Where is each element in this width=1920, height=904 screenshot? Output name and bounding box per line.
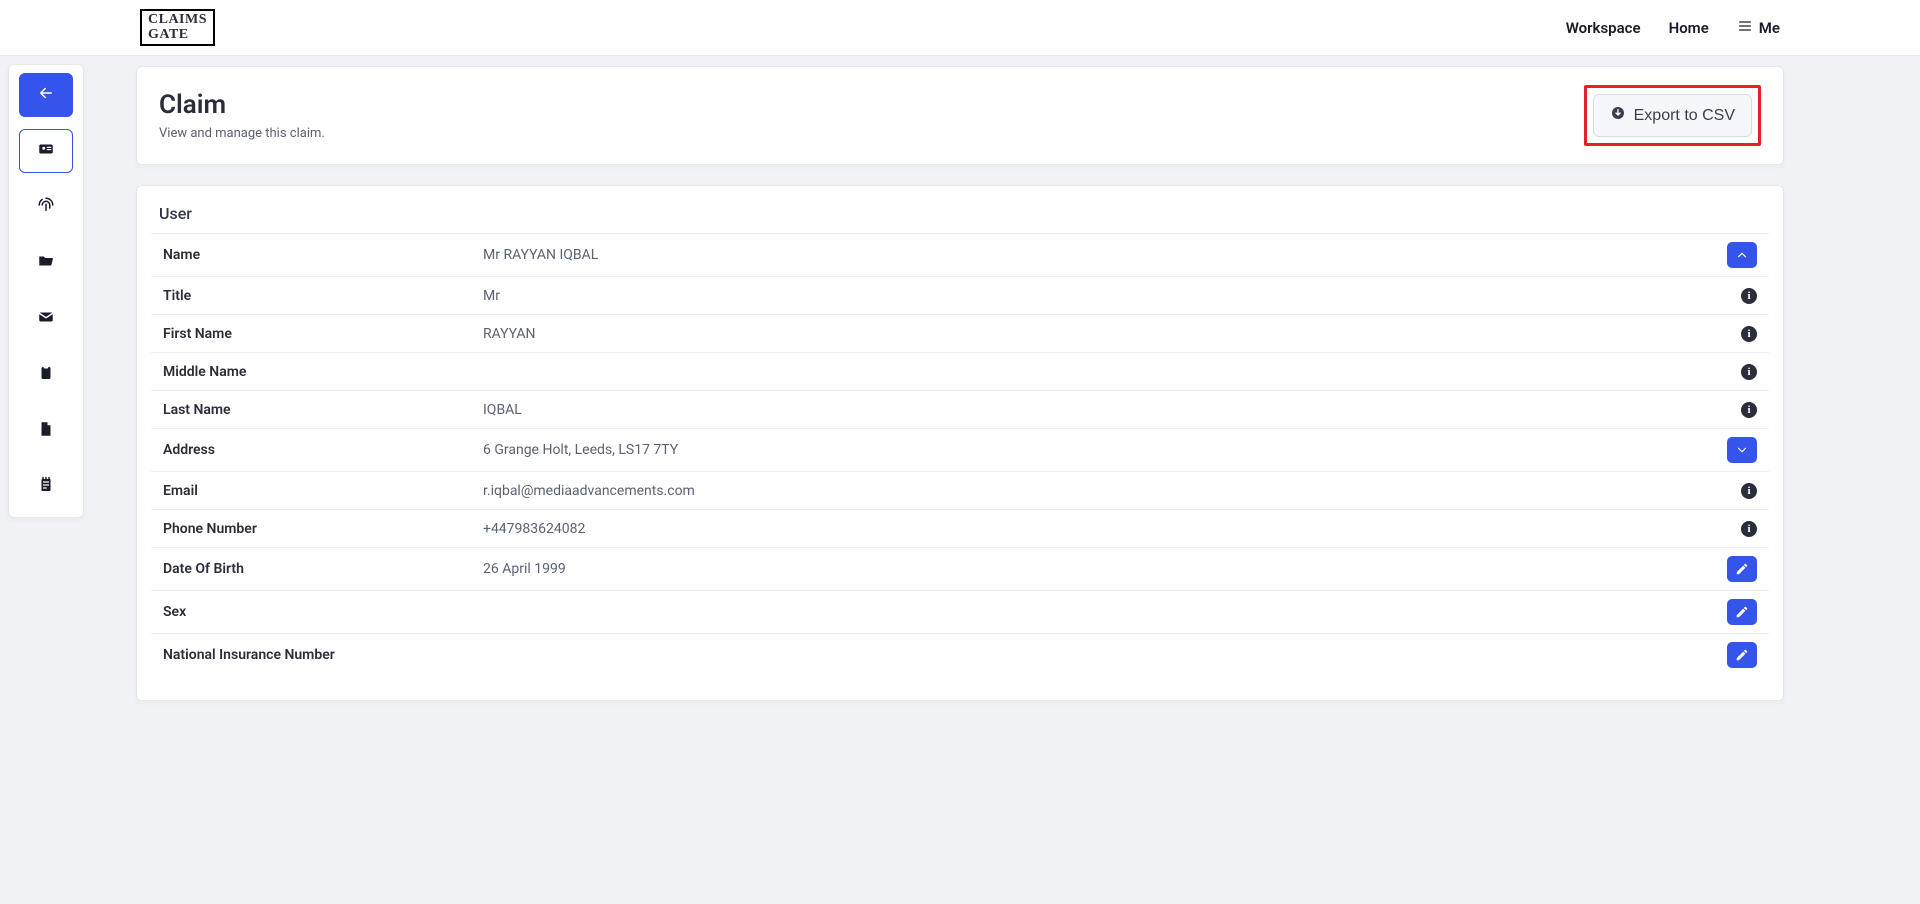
sidebar-notes[interactable] [19,465,73,509]
user-table: NameMr RAYYAN IQBALTitleMriFirst NameRAY… [151,233,1769,676]
folder-open-icon [37,252,55,274]
expand-button[interactable] [1727,437,1757,463]
field-label: First Name [151,315,471,353]
field-label: Name [151,234,471,277]
user-section-title: User [151,204,1769,233]
mail-icon [37,308,55,330]
table-row: Last NameIQBAL i [151,391,1769,429]
field-value [471,634,1715,677]
top-nav: CLAIMS GATE Workspace Home Me [0,0,1920,56]
field-value: 26 April 1999 [471,548,1715,591]
edit-button[interactable] [1727,642,1757,668]
claim-header-card: Claim View and manage this claim. Export… [136,66,1784,165]
id-card-icon [37,140,55,162]
brand-logo: CLAIMS GATE [140,9,215,46]
brand-line2: GATE [148,28,207,43]
user-section-card: User NameMr RAYYAN IQBALTitleMriFirst Na… [136,185,1784,701]
field-value: 6 Grange Holt, Leeds, LS17 7TY [471,429,1715,472]
edit-button[interactable] [1727,599,1757,625]
field-value: Mr RAYYAN IQBAL [471,234,1715,277]
table-row: NameMr RAYYAN IQBAL [151,234,1769,277]
info-icon[interactable]: i [1741,326,1757,342]
sidebar-file[interactable] [19,409,73,453]
table-row: First NameRAYYAN i [151,315,1769,353]
info-icon[interactable]: i [1741,288,1757,304]
export-csv-label: Export to CSV [1634,107,1735,125]
nav-home[interactable]: Home [1669,19,1709,37]
table-row: Date Of Birth26 April 1999 [151,548,1769,591]
table-row: Sex [151,591,1769,634]
field-value: Mr [471,277,1715,315]
field-value: r.iqbal@mediaadvancements.com [471,472,1715,510]
field-label: Sex [151,591,471,634]
export-highlight-box: Export to CSV [1584,85,1761,146]
info-icon[interactable]: i [1741,521,1757,537]
nav-me-label: Me [1759,19,1780,37]
arrow-left-icon [37,84,55,106]
page-title: Claim [159,90,325,120]
field-value: RAYYAN [471,315,1715,353]
field-label: Address [151,429,471,472]
menu-icon [1737,18,1753,38]
notes-icon [37,476,55,498]
sidebar-id-card[interactable] [19,129,73,173]
sidebar-fingerprint[interactable] [19,185,73,229]
nav-me[interactable]: Me [1737,18,1780,38]
table-row: Emailr.iqbal@mediaadvancements.com i [151,472,1769,510]
field-label: Last Name [151,391,471,429]
nav-right: Workspace Home Me [1566,18,1780,38]
field-value [471,353,1715,391]
sidebar-clipboard[interactable] [19,353,73,397]
table-row: TitleMr i [151,277,1769,315]
table-row: Address6 Grange Holt, Leeds, LS17 7TY [151,429,1769,472]
field-label: National Insurance Number [151,634,471,677]
field-value [471,591,1715,634]
sidebar-mail[interactable] [19,297,73,341]
field-value: +447983624082 [471,510,1715,548]
clipboard-icon [37,364,55,386]
sidebar-back-button[interactable] [19,73,73,117]
claim-header-text: Claim View and manage this claim. [159,90,325,141]
brand-line1: CLAIMS [148,13,207,28]
info-icon[interactable]: i [1741,402,1757,418]
table-row: Phone Number+447983624082 i [151,510,1769,548]
page-subtitle: View and manage this claim. [159,126,325,141]
sidebar [8,64,84,518]
field-value: IQBAL [471,391,1715,429]
file-icon [37,420,55,442]
export-csv-button[interactable]: Export to CSV [1593,94,1752,137]
table-row: National Insurance Number [151,634,1769,677]
nav-workspace[interactable]: Workspace [1566,19,1641,37]
download-circle-icon [1610,105,1626,126]
field-label: Date Of Birth [151,548,471,591]
sidebar-folder[interactable] [19,241,73,285]
info-icon[interactable]: i [1741,483,1757,499]
field-label: Title [151,277,471,315]
main-content: Claim View and manage this claim. Export… [136,66,1784,701]
field-label: Phone Number [151,510,471,548]
field-label: Email [151,472,471,510]
collapse-button[interactable] [1727,242,1757,268]
table-row: Middle Name i [151,353,1769,391]
fingerprint-icon [37,196,55,218]
edit-button[interactable] [1727,556,1757,582]
field-label: Middle Name [151,353,471,391]
info-icon[interactable]: i [1741,364,1757,380]
